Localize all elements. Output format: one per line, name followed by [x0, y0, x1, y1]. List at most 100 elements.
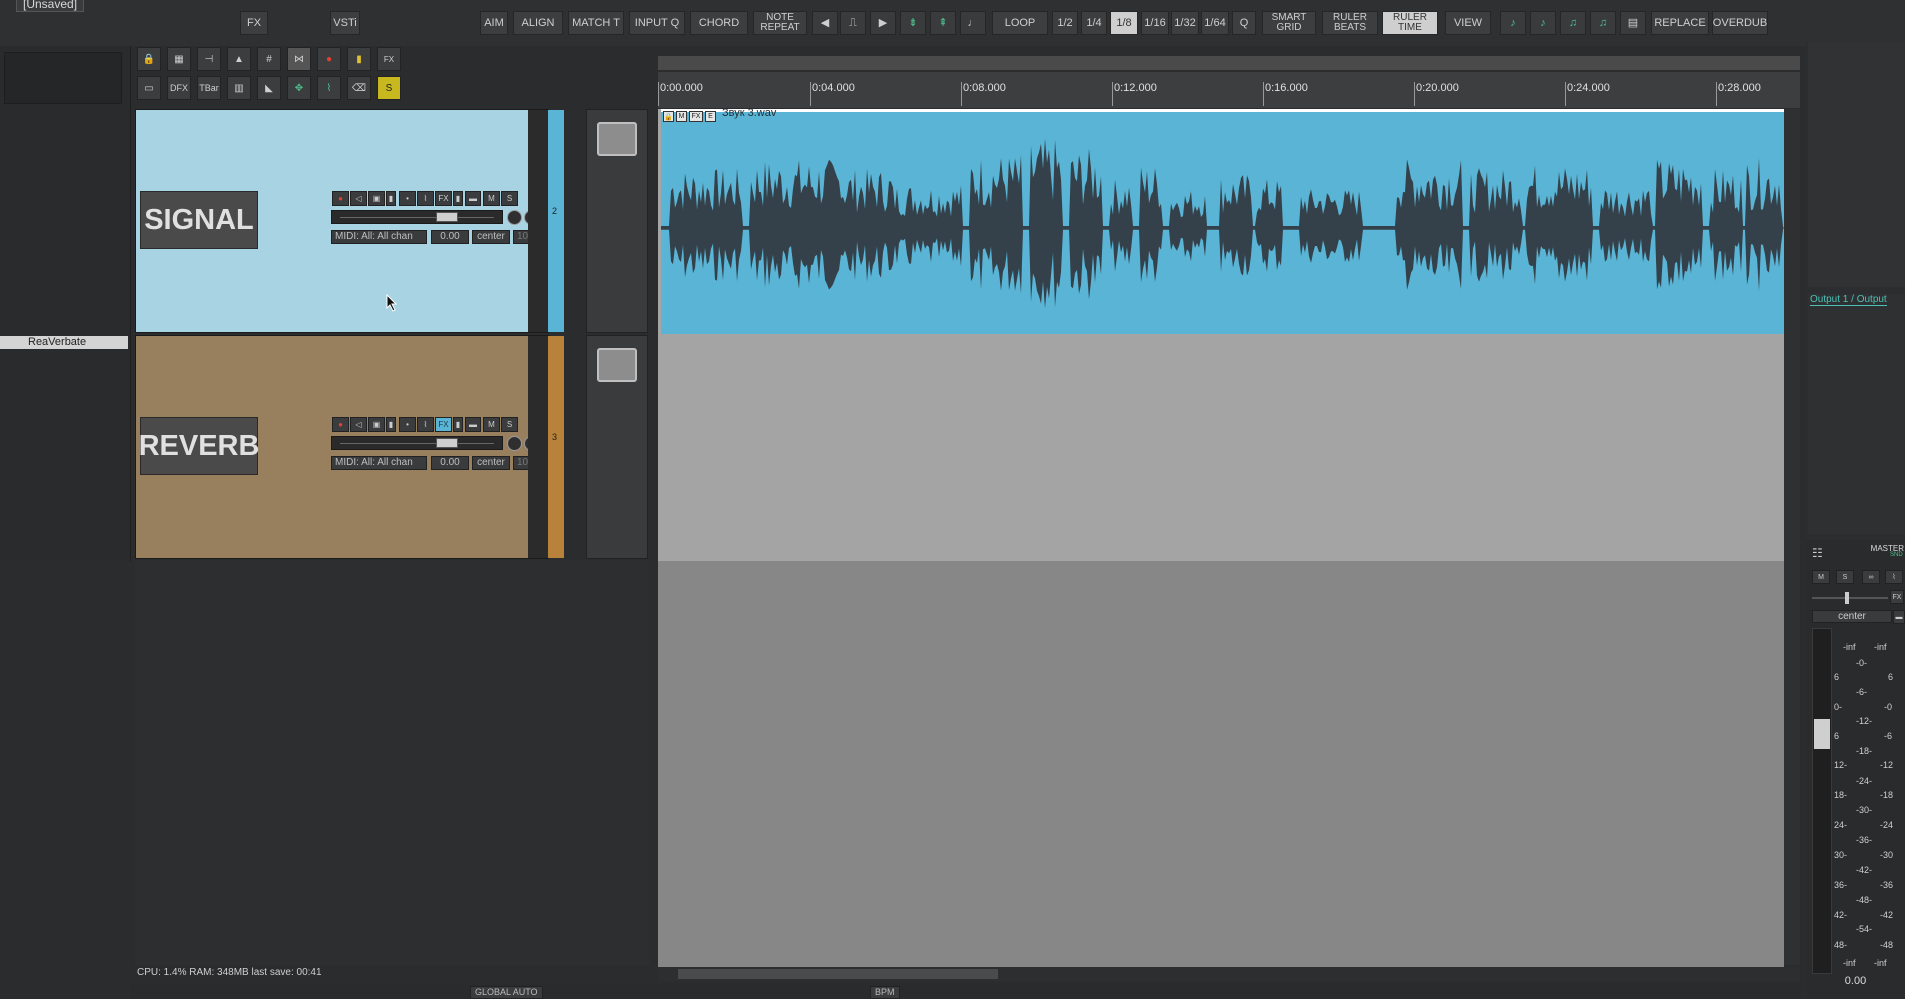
media-item[interactable] — [661, 109, 1784, 334]
pan-value[interactable]: center — [472, 456, 510, 470]
fader-knob[interactable] — [436, 212, 458, 222]
pan-knob[interactable] — [507, 210, 522, 225]
replace-button[interactable]: REPLACE — [1651, 11, 1709, 35]
master-envelope-icon[interactable]: ⌇ — [1885, 570, 1903, 584]
q-button[interactable]: Q — [1232, 11, 1256, 35]
volume-value[interactable]: 0.00 — [431, 230, 469, 244]
monitor-icon[interactable]: ◁ — [350, 191, 367, 206]
master-solo-button[interactable]: S — [1836, 570, 1854, 584]
volume-fader[interactable] — [331, 436, 503, 450]
split-icon[interactable]: ⇞ — [930, 11, 956, 35]
arrow-right-icon[interactable]: ▶ — [870, 11, 896, 35]
timeline-ruler[interactable]: 0:00.000 0:04.000 0:08.000 0:12.000 0:16… — [658, 72, 1800, 108]
item-mute-button[interactable]: M — [676, 111, 687, 122]
track-reverb[interactable]: REVERB ● ◁ ▣ ▮ • ⌇ FX ▮ ▬ M S MIDI: All:… — [135, 335, 564, 559]
erase-icon[interactable]: ⌫ — [347, 76, 371, 100]
io-icon[interactable]: ▮ — [386, 417, 396, 432]
item-fx-button[interactable]: FX — [689, 111, 703, 122]
folder-icon[interactable]: ▭ — [137, 76, 161, 100]
fx-icon[interactable]: FX — [435, 417, 452, 432]
insert-icon[interactable]: ⇟ — [900, 11, 926, 35]
fx-item-reaverbate[interactable]: ReaVerbate — [0, 336, 128, 349]
solo-tool-button[interactable]: S — [377, 76, 401, 100]
master-mono-icon[interactable]: ∞ — [1862, 570, 1880, 584]
envelope-icon[interactable]: ⌇ — [417, 417, 434, 432]
grid-1-4[interactable]: 1/4 — [1081, 11, 1107, 35]
ruler-time-button[interactable]: RULER TIME — [1382, 11, 1438, 35]
track-lane-reverb[interactable] — [658, 333, 1784, 561]
mute-icon[interactable]: M — [483, 417, 500, 432]
snap-icon[interactable]: ⊣ — [197, 47, 221, 71]
fx-bypass-icon[interactable]: ▮ — [453, 417, 463, 432]
master-fader-knob[interactable] — [1814, 719, 1830, 749]
track-name[interactable]: SIGNAL — [140, 191, 258, 249]
ruler-region-lane[interactable] — [658, 56, 1800, 70]
note-plus-icon[interactable]: ♫ — [1560, 11, 1586, 35]
vertical-scrollbar[interactable] — [1784, 109, 1800, 965]
record-mode-icon[interactable]: ▣ — [368, 191, 385, 206]
dfx-button[interactable]: DFX — [167, 76, 191, 100]
track-list-empty-area[interactable] — [135, 560, 650, 965]
lock-icon[interactable]: 🔒 — [137, 47, 161, 71]
overdub-button[interactable]: OVERDUB — [1712, 11, 1768, 35]
item-lock-icon[interactable]: 🔒 — [663, 111, 674, 122]
volume-fader[interactable] — [331, 210, 503, 224]
grid-1-8[interactable]: 1/8 — [1110, 11, 1138, 35]
envelope-icon[interactable]: ⌇ — [417, 191, 434, 206]
note-up-icon[interactable]: ♪ — [1500, 11, 1526, 35]
smart-grid-button[interactable]: SMART GRID — [1262, 11, 1316, 35]
match-t-button[interactable]: MATCH T — [568, 11, 624, 35]
input-q-button[interactable]: INPUT Q — [629, 11, 685, 35]
grid-1-32[interactable]: 1/32 — [1171, 11, 1199, 35]
horizontal-scrollbar[interactable] — [658, 967, 1800, 981]
automation-icon[interactable]: ⌇ — [317, 76, 341, 100]
grid-icon[interactable]: ▦ — [167, 47, 191, 71]
monitor-icon[interactable]: ◁ — [350, 417, 367, 432]
item-envelope-button[interactable]: E — [705, 111, 716, 122]
record-arm-icon[interactable]: ● — [332, 191, 349, 206]
record-icon[interactable]: ● — [317, 47, 341, 71]
aim-button[interactable]: AIM — [480, 11, 508, 35]
phase-icon[interactable]: • — [399, 191, 416, 206]
grid-1-16[interactable]: 1/16 — [1141, 11, 1169, 35]
master-pan-slider[interactable] — [1812, 592, 1888, 604]
mute-icon[interactable]: M — [483, 191, 500, 206]
master-fx-button[interactable]: FX — [1890, 590, 1904, 604]
loop-button[interactable]: LOOP — [992, 11, 1048, 35]
fx-icon[interactable]: FX — [435, 191, 452, 206]
arrange-empty-area[interactable] — [658, 561, 1784, 967]
bpm-field[interactable]: BPM — [870, 986, 900, 999]
vsti-button[interactable]: VSTi — [330, 11, 360, 35]
pan-knob[interactable] — [507, 436, 522, 451]
grid-lines-icon[interactable]: # — [257, 47, 281, 71]
output-label[interactable]: Output 1 / Output — [1810, 294, 1887, 306]
fader-knob[interactable] — [436, 438, 458, 448]
route-icon[interactable]: ▬ — [465, 191, 481, 206]
master-io-icon[interactable]: ▬ — [1893, 610, 1905, 624]
record-mode-icon[interactable]: ▣ — [368, 417, 385, 432]
align-button[interactable]: ALIGN — [513, 11, 563, 35]
envelope-icon[interactable]: ◣ — [257, 76, 281, 100]
io-icon[interactable]: ▮ — [386, 191, 396, 206]
solo-icon[interactable]: S — [501, 191, 518, 206]
metronome-icon[interactable]: ▲ — [227, 47, 251, 71]
record-arm-icon[interactable]: ● — [332, 417, 349, 432]
mixer-settings-icon[interactable]: ☷ — [1812, 546, 1823, 560]
note-down-icon[interactable]: ♪ — [1530, 11, 1556, 35]
chord-button[interactable]: CHORD — [690, 11, 748, 35]
midi-input-select[interactable]: MIDI: All: All chan — [331, 230, 427, 244]
track-signal[interactable]: SIGNAL ● ◁ ▣ ▮ • ⌇ FX ▮ ▬ M S MIDI: All:… — [135, 109, 564, 333]
global-auto-button[interactable]: GLOBAL AUTO — [470, 986, 543, 999]
master-volume-value[interactable]: 0.00 — [1806, 975, 1905, 987]
fx-tool-button[interactable]: FX — [377, 47, 401, 71]
fx-button[interactable]: FX — [240, 11, 268, 35]
master-fader[interactable] — [1812, 628, 1832, 974]
master-mute-button[interactable]: M — [1812, 570, 1830, 584]
tbar-button[interactable]: TBar — [197, 76, 221, 100]
note-repeat-button[interactable]: NOTE REPEAT — [753, 11, 807, 35]
view-button[interactable]: VIEW — [1445, 11, 1491, 35]
cycle-icon[interactable]: ✥ — [287, 76, 311, 100]
mixer-icon[interactable]: ▥ — [227, 76, 251, 100]
grid-1-2[interactable]: 1/2 — [1052, 11, 1078, 35]
fx-bypass-icon[interactable]: ▮ — [453, 191, 463, 206]
